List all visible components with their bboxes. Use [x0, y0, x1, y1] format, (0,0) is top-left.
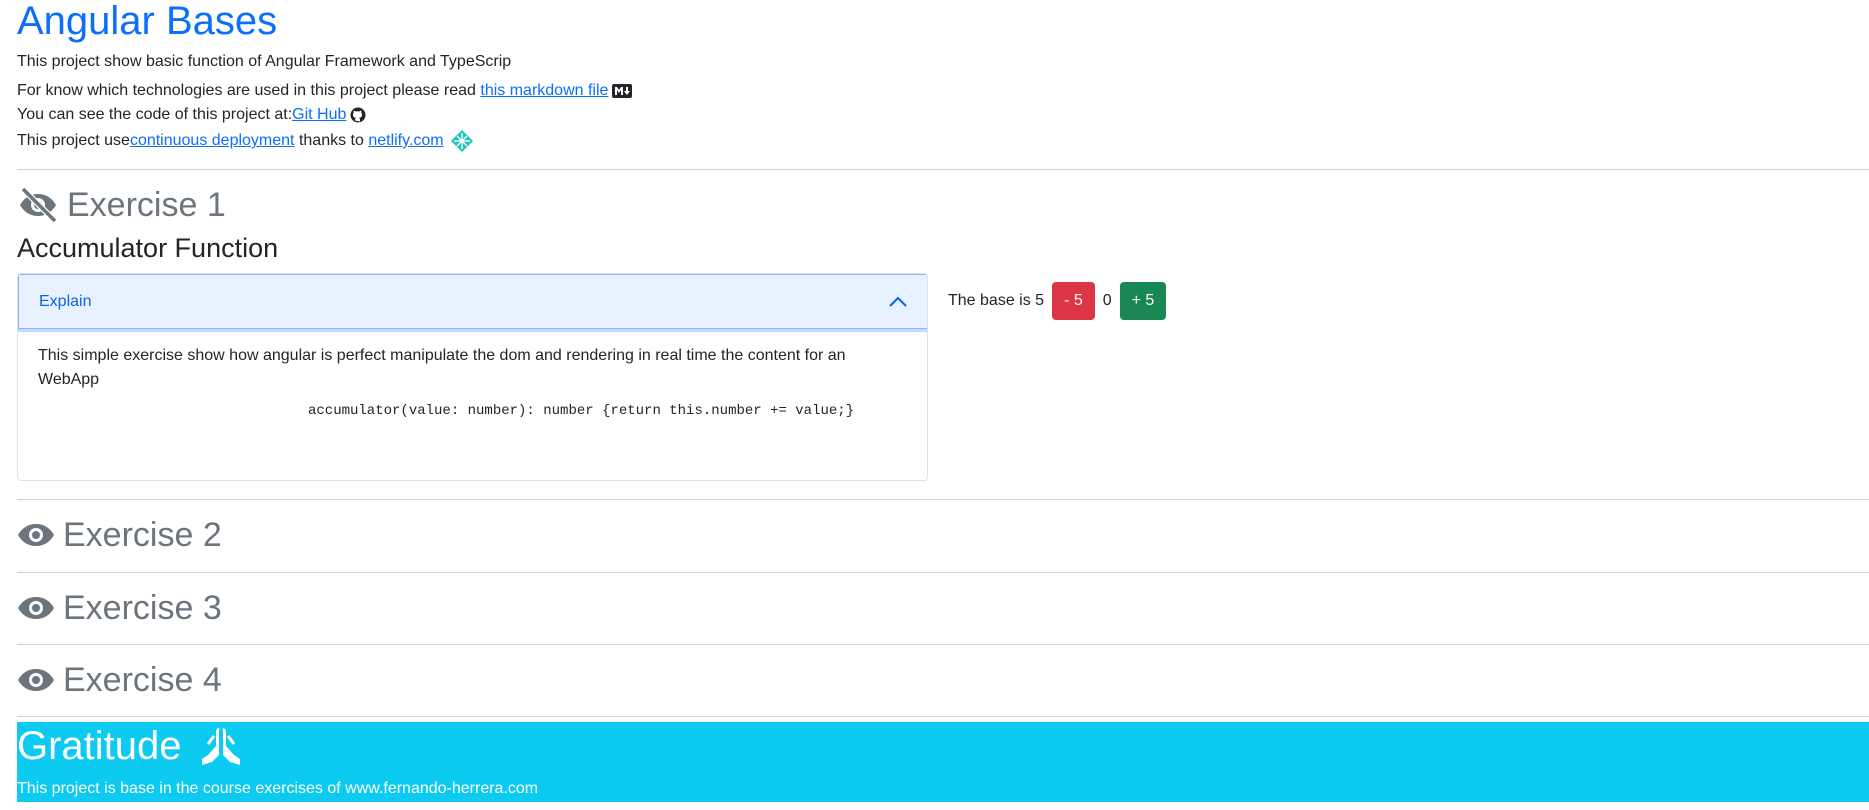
eye-icon[interactable] — [17, 520, 55, 550]
plus-button[interactable]: + 5 — [1119, 282, 1167, 320]
exercise-1-label: Exercise 1 — [67, 186, 226, 224]
code-line: You can see the code of this project at:… — [17, 105, 366, 125]
tech-text: For know which technologies are used in … — [17, 82, 476, 99]
netlify-icon — [450, 129, 474, 153]
exercise-2-label: Exercise 2 — [63, 516, 222, 554]
markdown-icon — [612, 84, 633, 98]
chevron-up-icon — [888, 296, 908, 308]
eye-icon[interactable] — [17, 593, 55, 623]
deploy-text: This project use — [17, 132, 130, 149]
minus-button[interactable]: - 5 — [1052, 282, 1095, 320]
page-title: Angular Bases — [17, 0, 278, 43]
counter-value: 0 — [1102, 292, 1112, 309]
tech-line: For know which technologies are used in … — [17, 81, 633, 101]
divider — [17, 572, 1869, 573]
divider — [17, 716, 1869, 717]
exercise-3-label: Exercise 3 — [63, 589, 222, 627]
gratitude-section: Gratitude This project is base in the co… — [17, 722, 1869, 802]
eye-slash-icon[interactable] — [17, 187, 59, 223]
exercise-1-header[interactable]: Exercise 1 — [17, 186, 226, 224]
praying-hands-icon — [194, 724, 248, 768]
base-text: The base is 5 — [948, 292, 1045, 309]
accordion-explanation: This simple exercise show how angular is… — [38, 347, 846, 388]
divider — [17, 499, 1869, 500]
continuous-deployment-link[interactable]: continuous deployment — [130, 131, 295, 151]
netlify-link[interactable]: netlify.com — [368, 131, 443, 151]
exercise-4-label: Exercise 4 — [63, 661, 222, 699]
deploy-line: This project use continuous deployment t… — [17, 129, 474, 153]
explain-accordion-toggle[interactable]: Explain — [18, 274, 927, 329]
code-text: You can see the code of this project at: — [17, 106, 293, 123]
exercise-1-heading: Accumulator Function — [17, 233, 279, 263]
gratitude-title: Gratitude — [17, 724, 182, 768]
explain-accordion: Explain This simple exercise show how an… — [17, 273, 928, 481]
exercise-4-header[interactable]: Exercise 4 — [17, 661, 222, 699]
exercise-2-header[interactable]: Exercise 2 — [17, 516, 222, 554]
eye-icon[interactable] — [17, 665, 55, 695]
deploy-mid-text: thanks to — [294, 132, 369, 149]
subtitle: This project show basic function of Angu… — [17, 53, 512, 70]
gratitude-text: This project is base in the course exerc… — [17, 780, 539, 797]
gratitude-title-row: Gratitude — [17, 722, 248, 770]
code-snippet: accumulator(value: number): number {retu… — [308, 403, 855, 419]
divider — [17, 644, 1869, 645]
github-icon — [350, 107, 366, 123]
page: Angular Bases This project show basic fu… — [0, 0, 1869, 810]
divider — [17, 169, 1869, 170]
accumulator-controls: The base is 5 - 5 0 + 5 — [948, 282, 1167, 320]
accordion-label: Explain — [39, 292, 92, 310]
exercise-3-header[interactable]: Exercise 3 — [17, 589, 222, 627]
github-link[interactable]: Git Hub — [292, 105, 346, 125]
markdown-link[interactable]: this markdown file — [480, 81, 608, 101]
